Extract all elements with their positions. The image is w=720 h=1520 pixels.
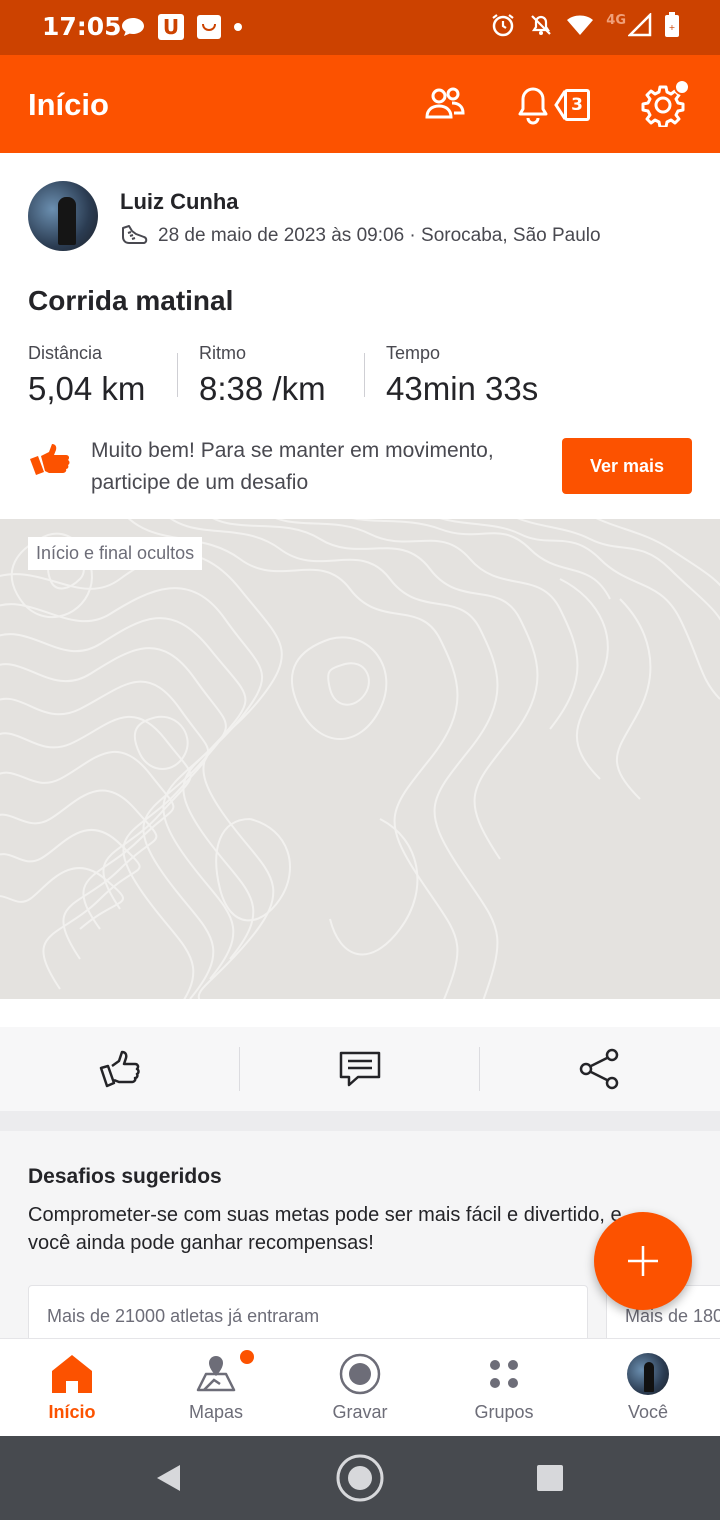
plus-icon bbox=[628, 1246, 658, 1276]
add-fab-button[interactable] bbox=[594, 1212, 692, 1310]
notification-count[interactable]: 3 bbox=[564, 89, 590, 121]
wifi-icon bbox=[567, 15, 594, 35]
home-icon bbox=[52, 1355, 92, 1393]
nav-item-you[interactable]: Você bbox=[576, 1339, 720, 1437]
share-button[interactable] bbox=[480, 1027, 720, 1111]
recents-icon bbox=[537, 1465, 563, 1491]
map-privacy-chip: Início e final ocultos bbox=[28, 537, 203, 570]
activity-meta: 28 de maio de 2023 às 09:06 · Sorocaba, … bbox=[120, 223, 601, 249]
running-shoe-icon bbox=[122, 225, 148, 244]
recents-button[interactable] bbox=[502, 1436, 598, 1520]
alarm-icon bbox=[492, 14, 514, 37]
groups-icon bbox=[490, 1360, 518, 1388]
app-header: Início 3 bbox=[0, 55, 720, 153]
stat-time: Tempo 43min 33s bbox=[386, 343, 538, 408]
bottom-navigation: Início Mapas Gravar Grupos Você bbox=[0, 1338, 720, 1436]
stat-label: Ritmo bbox=[199, 343, 247, 363]
stat-divider bbox=[177, 353, 178, 397]
thumbs-up-icon bbox=[99, 1050, 140, 1088]
home-button[interactable] bbox=[312, 1436, 408, 1520]
stat-value: 8:38 /km bbox=[199, 370, 326, 407]
see-more-button[interactable]: Ver mais bbox=[562, 438, 692, 494]
avatar bbox=[627, 1353, 669, 1395]
topographic-map bbox=[0, 519, 720, 999]
maps-badge bbox=[240, 1350, 254, 1364]
stat-pace: Ritmo 8:38 /km bbox=[199, 343, 326, 408]
kudos-button[interactable] bbox=[0, 1027, 240, 1111]
home-circle-icon bbox=[336, 1454, 384, 1502]
stat-label: Tempo bbox=[386, 343, 441, 363]
battery-icon: + bbox=[665, 12, 679, 37]
bell-icon[interactable] bbox=[514, 82, 552, 126]
section-description: Comprometer-se com suas metas pode ser m… bbox=[28, 1204, 622, 1254]
stat-value: 43min 33s bbox=[386, 370, 539, 407]
svg-text:+: + bbox=[669, 23, 676, 32]
nav-item-record[interactable]: Gravar bbox=[288, 1339, 432, 1437]
comment-button[interactable] bbox=[240, 1027, 480, 1111]
nav-item-groups[interactable]: Grupos bbox=[432, 1339, 576, 1437]
nav-label: Grupos bbox=[474, 1402, 534, 1422]
promo-text: Muito bem! Para se manter em movimento, … bbox=[91, 439, 494, 494]
activity-date-location: 28 de maio de 2023 às 09:06 · Sorocaba, … bbox=[158, 225, 601, 246]
comment-icon bbox=[339, 1051, 381, 1087]
nav-item-maps[interactable]: Mapas bbox=[144, 1339, 288, 1437]
stat-label: Distância bbox=[28, 343, 103, 363]
back-icon bbox=[157, 1465, 180, 1491]
chat-bubble-icon bbox=[122, 18, 144, 36]
challenge-card-text: Mais de 21000 atletas já entraram bbox=[47, 1306, 320, 1326]
activity-title[interactable]: Corrida matinal bbox=[28, 285, 233, 317]
activity-card[interactable]: Luiz Cunha 28 de maio de 2023 às 09:06 ·… bbox=[0, 153, 720, 519]
cell-signal-icon bbox=[628, 13, 652, 37]
thumbs-up-filled-icon bbox=[30, 444, 70, 475]
map-icon bbox=[196, 1356, 236, 1392]
nav-item-home[interactable]: Início bbox=[0, 1339, 144, 1437]
challenge-card[interactable]: Mais de 21000 atletas já entraram bbox=[28, 1285, 588, 1345]
dot-icon bbox=[234, 23, 242, 31]
status-bar: 17:05 U 4G + bbox=[0, 0, 720, 55]
page-title: Início bbox=[28, 87, 109, 122]
u-app-icon: U bbox=[158, 14, 184, 40]
nav-label: Gravar bbox=[332, 1402, 388, 1422]
athletes-icon[interactable] bbox=[424, 85, 466, 121]
back-button[interactable] bbox=[120, 1436, 216, 1520]
spacer bbox=[0, 999, 720, 1027]
activity-map[interactable]: Início e final ocultos bbox=[0, 519, 720, 999]
share-icon bbox=[579, 1048, 619, 1090]
nav-label: Mapas bbox=[188, 1402, 244, 1422]
stat-value: 5,04 km bbox=[28, 370, 146, 407]
status-time: 17:05 bbox=[42, 12, 122, 41]
shopping-bag-icon bbox=[197, 15, 221, 39]
activity-actions bbox=[0, 1027, 720, 1111]
avatar[interactable] bbox=[28, 181, 98, 251]
stat-divider bbox=[364, 353, 365, 397]
settings-badge bbox=[674, 79, 690, 95]
section-title: Desafios sugeridos bbox=[28, 1165, 222, 1188]
stat-distance: Distância 5,04 km bbox=[28, 343, 145, 408]
athlete-name[interactable]: Luiz Cunha bbox=[120, 189, 239, 215]
nav-label: Você bbox=[627, 1402, 669, 1422]
section-separator bbox=[0, 1111, 720, 1131]
system-navigation-bar bbox=[0, 1436, 720, 1520]
nav-label: Início bbox=[48, 1402, 96, 1422]
network-type: 4G bbox=[606, 12, 626, 28]
bell-off-icon bbox=[531, 15, 552, 35]
record-icon bbox=[339, 1353, 381, 1395]
